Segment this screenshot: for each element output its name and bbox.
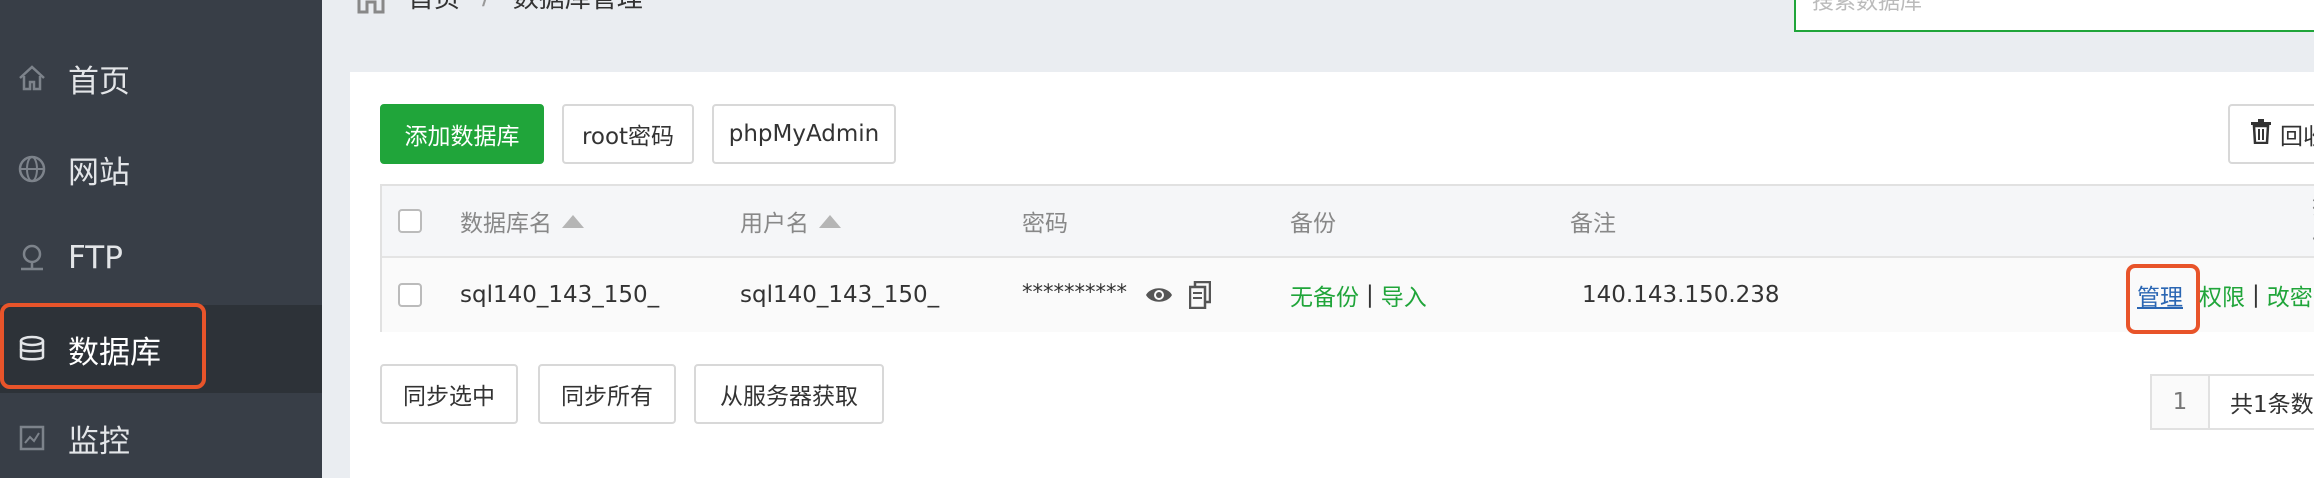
sidebar-item-websites[interactable]: 网站	[0, 125, 322, 213]
pager-page-1[interactable]: 1	[2150, 374, 2210, 430]
row-actions: 管理 权限 | 改密 | 删除	[2137, 258, 2314, 332]
copy-icon[interactable]	[1189, 281, 1211, 309]
column-note: 备注	[1570, 211, 1616, 237]
home-icon[interactable]	[350, 0, 392, 16]
sort-asc-icon	[819, 214, 841, 228]
row-username: sql140_143_150_	[740, 282, 940, 308]
pager-total: 共1条数据	[2208, 374, 2314, 430]
sort-asc-icon	[562, 214, 584, 228]
main-panel: 添加数据库 root密码 phpMyAdmin 回收站 数据库名 用户名 密码 …	[350, 72, 2314, 478]
search-box	[1794, 0, 2314, 32]
eye-icon[interactable]	[1145, 285, 1173, 305]
password-mask: **********	[1022, 280, 1127, 304]
phpmyadmin-button[interactable]: phpMyAdmin	[712, 104, 896, 164]
sidebar-item-label: 监控	[68, 423, 130, 460]
change-password-link[interactable]: 改密	[2267, 278, 2313, 312]
row-password: **********	[1022, 258, 1211, 332]
sync-all-button[interactable]: 同步所有	[538, 364, 676, 424]
sidebar-item-label: FTP	[68, 240, 123, 276]
row-db-name: sql140_143_150_	[460, 282, 660, 308]
recycle-bin-button[interactable]: 回收站	[2228, 104, 2314, 164]
ftp-icon	[14, 240, 50, 276]
permission-link[interactable]: 权限	[2199, 278, 2245, 312]
add-database-button[interactable]: 添加数据库	[380, 104, 544, 164]
row-checkbox[interactable]	[398, 283, 422, 307]
sidebar-item-label: 网站	[68, 154, 130, 191]
globe-icon	[14, 151, 50, 187]
sidebar-item-home[interactable]: 首页	[0, 34, 322, 122]
column-user[interactable]: 用户名	[740, 186, 841, 256]
table-header: 数据库名 用户名 密码 备份 备注 操作	[382, 186, 2314, 258]
monitor-icon	[14, 420, 50, 456]
column-backup: 备份	[1290, 211, 1336, 237]
home-icon	[14, 60, 50, 96]
select-all-checkbox[interactable]	[398, 209, 422, 233]
breadcrumb-home[interactable]: 首页	[408, 0, 460, 15]
fetch-from-server-button[interactable]: 从服务器获取	[694, 364, 884, 424]
search-input[interactable]	[1812, 0, 2314, 15]
breadcrumb-separator: /	[482, 0, 491, 11]
row-backup: 无备份 | 导入	[1290, 258, 1427, 332]
sidebar-item-monitor[interactable]: 监控	[0, 394, 322, 478]
column-password: 密码	[1022, 211, 1068, 237]
sync-selected-button[interactable]: 同步选中	[380, 364, 518, 424]
row-note[interactable]: 140.143.150.238	[1582, 258, 1780, 332]
sidebar-item-ftp[interactable]: FTP	[0, 214, 322, 302]
trash-icon	[2250, 118, 2272, 150]
no-backup-link[interactable]: 无备份	[1290, 278, 1359, 312]
table-row: sql140_143_150_ sql140_143_150_ ********…	[382, 258, 2314, 334]
recycle-bin-label: 回收站	[2280, 124, 2314, 150]
column-name[interactable]: 数据库名	[460, 186, 584, 256]
breadcrumb: 首页 / 数据库管理	[350, 0, 643, 18]
breadcrumb-current: 数据库管理	[513, 0, 643, 15]
manage-link[interactable]: 管理	[2137, 278, 2183, 312]
import-link[interactable]: 导入	[1381, 278, 1427, 312]
sidebar: 首页 网站 FTP 数据库 监控	[0, 0, 322, 478]
root-password-button[interactable]: root密码	[562, 104, 694, 164]
sidebar-item-label: 首页	[68, 63, 130, 100]
active-highlight	[0, 303, 206, 389]
database-table: 数据库名 用户名 密码 备份 备注 操作 sql140_143_150_ sql…	[380, 184, 2314, 334]
